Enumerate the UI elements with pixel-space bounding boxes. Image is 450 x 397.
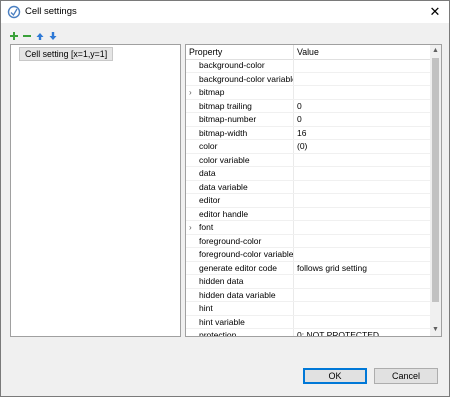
- vertical-scrollbar[interactable]: ▲ ▼: [430, 45, 441, 336]
- close-button[interactable]: ✕: [421, 1, 449, 23]
- row-gutter: [186, 208, 197, 221]
- row-gutter: [186, 248, 197, 261]
- row-gutter: [186, 181, 197, 194]
- tree-item[interactable]: Cell setting [x=1,y=1]: [19, 47, 114, 61]
- grid-rows: background-color background-color variabl…: [186, 59, 430, 337]
- property-name: data: [199, 168, 216, 178]
- table-row[interactable]: protection 0: NOT PROTECTED: [186, 329, 430, 337]
- row-gutter: [186, 167, 197, 180]
- property-name: bitmap-number: [199, 114, 257, 124]
- close-icon: ✕: [429, 4, 441, 19]
- minus-icon[interactable]: [22, 31, 32, 41]
- property-name: bitmap-width: [199, 127, 248, 138]
- table-row[interactable]: editor: [186, 194, 430, 208]
- table-row[interactable]: bitmap-number 0: [186, 113, 430, 127]
- grid-header: Property Value: [186, 45, 430, 60]
- table-row[interactable]: data: [186, 167, 430, 181]
- row-gutter: [186, 235, 197, 248]
- property-value[interactable]: (0): [297, 141, 427, 151]
- expand-chevron-icon[interactable]: ›: [189, 88, 192, 97]
- scroll-up-icon[interactable]: ▲: [430, 45, 441, 57]
- row-gutter: [186, 316, 197, 329]
- row-gutter: [186, 289, 197, 302]
- property-name: foreground-color: [199, 235, 262, 246]
- property-name: generate editor code: [199, 262, 277, 273]
- property-name: data variable: [199, 181, 248, 192]
- row-gutter: [186, 262, 197, 275]
- arrow-down-icon[interactable]: [48, 31, 58, 41]
- table-row[interactable]: hint: [186, 302, 430, 316]
- row-gutter: [186, 73, 197, 86]
- row-gutter: [186, 154, 197, 167]
- property-name: background-color: [199, 60, 265, 70]
- row-gutter: [186, 194, 197, 207]
- table-row[interactable]: color (0): [186, 140, 430, 154]
- property-name: bitmap: [199, 87, 225, 97]
- property-name: protection: [199, 330, 237, 337]
- property-name: hint: [199, 303, 213, 313]
- value-column-header[interactable]: Value: [297, 47, 319, 57]
- table-row[interactable]: › font: [186, 221, 430, 235]
- ok-button[interactable]: OK: [303, 368, 367, 384]
- row-gutter: [186, 113, 197, 126]
- row-gutter: [186, 329, 197, 336]
- property-name: color variable: [199, 154, 250, 165]
- arrow-up-icon[interactable]: [35, 31, 45, 41]
- property-name: hidden data: [199, 276, 244, 286]
- row-gutter: [186, 302, 197, 315]
- table-row[interactable]: foreground-color variable: [186, 248, 430, 262]
- scroll-thumb[interactable]: [432, 58, 439, 302]
- row-gutter: [186, 275, 197, 288]
- property-name: bitmap trailing: [199, 100, 252, 111]
- property-value[interactable]: follows grid setting: [297, 263, 427, 273]
- toolbar: [9, 31, 58, 43]
- table-row[interactable]: foreground-color: [186, 234, 430, 248]
- row-gutter: ›: [186, 221, 197, 234]
- settings-tree[interactable]: Cell setting [x=1,y=1]: [10, 44, 181, 337]
- property-name: editor handle: [199, 208, 249, 219]
- row-gutter: ›: [186, 86, 197, 99]
- property-name: hidden data variable: [199, 289, 276, 300]
- title-bar: Cell settings ✕: [1, 1, 449, 23]
- table-row[interactable]: editor handle: [186, 207, 430, 221]
- property-value[interactable]: 16: [297, 128, 427, 138]
- table-row[interactable]: bitmap-width 16: [186, 126, 430, 140]
- expand-chevron-icon[interactable]: ›: [189, 223, 192, 232]
- property-name: hint variable: [199, 316, 245, 327]
- row-gutter: [186, 59, 197, 72]
- table-row[interactable]: hint variable: [186, 315, 430, 329]
- row-gutter: [186, 140, 197, 153]
- property-column-header[interactable]: Property: [189, 47, 222, 57]
- table-row[interactable]: generate editor code follows grid setting: [186, 261, 430, 275]
- app-icon: [7, 5, 21, 19]
- property-grid: Property Value background-color backgroun…: [185, 44, 442, 337]
- table-row[interactable]: hidden data: [186, 275, 430, 289]
- table-row[interactable]: color variable: [186, 153, 430, 167]
- table-row[interactable]: bitmap trailing 0: [186, 99, 430, 113]
- property-value[interactable]: 0: [297, 101, 427, 111]
- property-name: foreground-color variable: [199, 249, 293, 259]
- property-name: font: [199, 222, 214, 232]
- property-name: background-color variable: [199, 73, 293, 84]
- dialog-window: Cell settings ✕ Cell setting [x=1,y=1] P…: [0, 0, 450, 397]
- property-name: editor: [199, 195, 221, 205]
- row-gutter: [186, 100, 197, 113]
- property-value[interactable]: 0: [297, 114, 427, 124]
- table-row[interactable]: background-color: [186, 59, 430, 73]
- window-title: Cell settings: [25, 6, 77, 17]
- plus-icon[interactable]: [9, 31, 19, 41]
- property-name: color: [199, 141, 218, 151]
- scroll-down-icon[interactable]: ▼: [430, 324, 441, 336]
- table-row[interactable]: hidden data variable: [186, 288, 430, 302]
- property-value[interactable]: 0: NOT PROTECTED: [297, 330, 427, 336]
- table-row[interactable]: › bitmap: [186, 86, 430, 100]
- row-gutter: [186, 127, 197, 140]
- table-row[interactable]: background-color variable: [186, 72, 430, 86]
- cancel-button[interactable]: Cancel: [374, 368, 438, 384]
- table-row[interactable]: data variable: [186, 180, 430, 194]
